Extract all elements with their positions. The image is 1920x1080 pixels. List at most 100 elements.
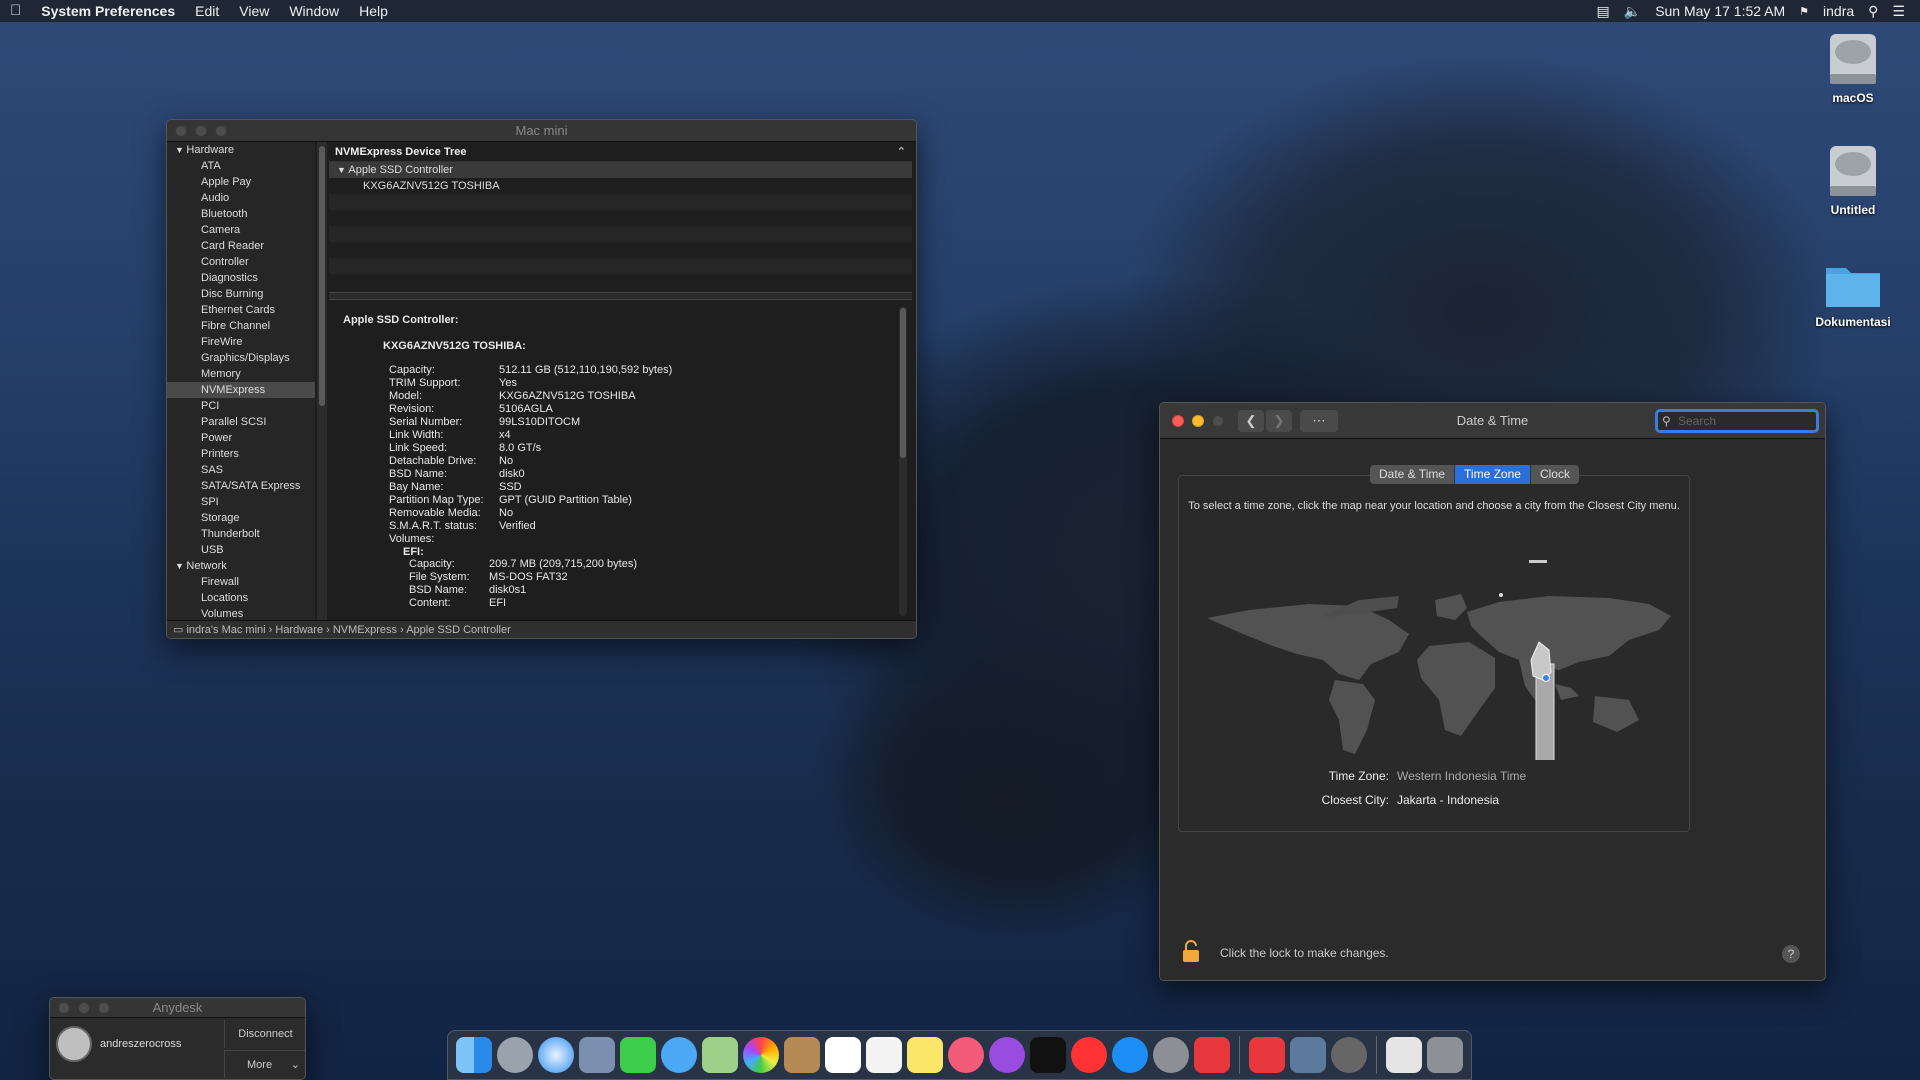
lock-icon[interactable] xyxy=(1182,939,1200,962)
menu-help[interactable]: Help xyxy=(349,0,398,22)
maps-icon[interactable] xyxy=(702,1037,738,1073)
music-icon[interactable] xyxy=(948,1037,984,1073)
search-input[interactable]: ⚲ Search xyxy=(1655,409,1819,433)
menu-window[interactable]: Window xyxy=(279,0,349,22)
messages-icon[interactable] xyxy=(661,1037,697,1073)
sidebar-item[interactable]: Card Reader xyxy=(167,238,315,254)
sidebar-group[interactable]: ▼ Hardware xyxy=(167,142,315,158)
close-button[interactable] xyxy=(1172,414,1184,427)
reminders-icon[interactable] xyxy=(866,1037,902,1073)
sidebar-item[interactable]: Storage xyxy=(167,510,315,526)
app-store-icon[interactable] xyxy=(1112,1037,1148,1073)
menu-edit[interactable]: Edit xyxy=(185,0,229,22)
launchpad-icon[interactable] xyxy=(497,1037,533,1073)
zoom-button[interactable] xyxy=(215,124,227,137)
detail-scrollbar[interactable] xyxy=(899,306,907,616)
sidebar-item[interactable]: Power xyxy=(167,430,315,446)
sidebar-item[interactable]: Controller xyxy=(167,254,315,270)
forward-button[interactable]: ❯ xyxy=(1266,410,1292,432)
show-all-button[interactable]: ⋯ xyxy=(1300,410,1338,432)
safari-icon[interactable] xyxy=(538,1037,574,1073)
preview-icon[interactable] xyxy=(579,1037,615,1073)
flag-icon[interactable]: ⚑ xyxy=(1792,5,1816,18)
more-button[interactable]: More ⌄ xyxy=(224,1050,305,1078)
sidebar-scrollbar[interactable] xyxy=(317,142,327,620)
contacts-icon[interactable] xyxy=(784,1037,820,1073)
spotlight-icon[interactable]: ⚲ xyxy=(1861,3,1885,20)
sidebar-item[interactable]: Camera xyxy=(167,222,315,238)
sidebar-item[interactable]: Parallel SCSI xyxy=(167,414,315,430)
split-view-divider[interactable] xyxy=(329,292,912,300)
volume-icon[interactable]: 🔈 xyxy=(1617,3,1648,20)
anydesk-icon[interactable] xyxy=(1194,1037,1230,1073)
sidebar-group[interactable]: ▼ Network xyxy=(167,558,315,574)
world-map[interactable] xyxy=(1199,560,1679,760)
apple-icon[interactable]:  xyxy=(0,0,31,22)
facetime-icon[interactable] xyxy=(620,1037,656,1073)
desktop-icon-untitled[interactable]: Untitled xyxy=(1798,142,1908,217)
utility-icon[interactable] xyxy=(1331,1037,1367,1073)
podcasts-icon[interactable] xyxy=(989,1037,1025,1073)
sidebar-item[interactable]: NVMExpress xyxy=(167,382,315,398)
sidebar-item[interactable]: USB xyxy=(167,542,315,558)
desktop-icon-macos[interactable]: macOS xyxy=(1798,30,1908,105)
tab-clock[interactable]: Clock xyxy=(1530,465,1579,484)
system-preferences-icon[interactable] xyxy=(1153,1037,1189,1073)
tab-time-zone[interactable]: Time Zone xyxy=(1455,465,1531,484)
sidebar-item[interactable]: Diagnostics xyxy=(167,270,315,286)
sidebar-item[interactable]: PCI xyxy=(167,398,315,414)
sidebar-item[interactable]: FireWire xyxy=(167,334,315,350)
back-button[interactable]: ❮ xyxy=(1238,410,1264,432)
documents-icon[interactable] xyxy=(1386,1037,1422,1073)
disclosure-triangle-icon[interactable]: ▼ xyxy=(337,165,346,175)
sidebar-item[interactable]: SPI xyxy=(167,494,315,510)
tree-row[interactable]: KXG6AZNV512G TOSHIBA xyxy=(329,178,912,194)
closest-city-select[interactable]: Jakarta - Indonesia xyxy=(1397,793,1499,807)
anydesk-installer-icon[interactable] xyxy=(1249,1037,1285,1073)
sidebar-item[interactable]: Ethernet Cards xyxy=(167,302,315,318)
notification-icon[interactable]: ☰ xyxy=(1885,3,1912,20)
sidebar-item[interactable]: Memory xyxy=(167,366,315,382)
zoom-button[interactable] xyxy=(1212,414,1224,427)
sidebar-item[interactable]: ATA xyxy=(167,158,315,174)
sidebar-item[interactable]: Firewall xyxy=(167,574,315,590)
desktop-icon-dokumentasi[interactable]: Dokumentasi xyxy=(1798,256,1908,329)
sidebar-item[interactable]: Apple Pay xyxy=(167,174,315,190)
minimize-button[interactable] xyxy=(1192,414,1204,427)
sidebar-item[interactable]: Disc Burning xyxy=(167,286,315,302)
sidebar-item[interactable]: Volumes xyxy=(167,606,315,620)
clock[interactable]: Sun May 17 1:52 AM xyxy=(1648,3,1792,19)
close-button[interactable] xyxy=(58,1001,70,1014)
sidebar-item[interactable]: Fibre Channel xyxy=(167,318,315,334)
tree-row[interactable]: ▼ Apple SSD Controller xyxy=(329,162,912,178)
trash-icon[interactable] xyxy=(1427,1037,1463,1073)
tv-icon[interactable] xyxy=(1030,1037,1066,1073)
calendar-icon[interactable] xyxy=(825,1037,861,1073)
news-icon[interactable] xyxy=(1071,1037,1107,1073)
notes-icon[interactable] xyxy=(907,1037,943,1073)
sidebar-item[interactable]: Graphics/Displays xyxy=(167,350,315,366)
zoom-button[interactable] xyxy=(98,1001,110,1014)
help-button[interactable]: ? xyxy=(1782,945,1800,963)
menu-view[interactable]: View xyxy=(229,0,279,22)
finder-icon[interactable] xyxy=(456,1037,492,1073)
sidebar-item[interactable]: Bluetooth xyxy=(167,206,315,222)
app-menu[interactable]: System Preferences xyxy=(31,0,185,22)
path-item[interactable]: NVMExpress xyxy=(333,624,397,636)
sidebar-item[interactable]: Printers xyxy=(167,446,315,462)
sidebar-item[interactable]: Audio xyxy=(167,190,315,206)
close-button[interactable] xyxy=(175,124,187,137)
activity-icon[interactable]: ▤ xyxy=(1590,3,1617,20)
path-item[interactable]: Apple SSD Controller xyxy=(406,624,511,636)
path-item[interactable]: Hardware xyxy=(275,624,323,636)
minimize-button[interactable] xyxy=(195,124,207,137)
tree-header[interactable]: NVMExpress Device Tree ⌃ xyxy=(329,142,912,162)
photos-icon[interactable] xyxy=(743,1037,779,1073)
sidebar-item[interactable]: SAS xyxy=(167,462,315,478)
minimize-button[interactable] xyxy=(78,1001,90,1014)
path-item[interactable]: indra's Mac mini xyxy=(186,624,265,636)
disconnect-button[interactable]: Disconnect xyxy=(224,1020,305,1048)
disclosure-triangle-icon[interactable]: ▼ xyxy=(175,561,186,571)
sidebar-item[interactable]: Locations xyxy=(167,590,315,606)
sidebar-item[interactable]: Thunderbolt xyxy=(167,526,315,542)
